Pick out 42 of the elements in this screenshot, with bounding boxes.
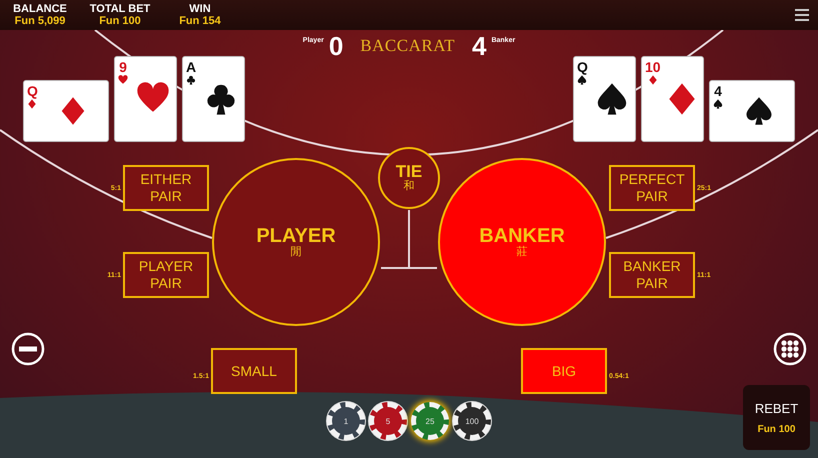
spade-icon bbox=[713, 99, 723, 109]
heart-icon bbox=[118, 75, 128, 85]
stat-value: Fun 100 bbox=[99, 15, 141, 27]
bet-subtitle: 閒 bbox=[290, 246, 302, 258]
stat-label: BALANCE bbox=[13, 3, 67, 15]
stat-value: Fun 154 bbox=[179, 15, 221, 27]
menu-icon[interactable] bbox=[795, 9, 809, 21]
rebet-button[interactable]: REBET Fun 100 bbox=[743, 385, 810, 450]
diamond-icon bbox=[648, 75, 658, 85]
bet-spot[interactable]: EITHER PAIR bbox=[123, 165, 209, 211]
bet-spot[interactable]: PLAYER PAIR bbox=[123, 252, 209, 298]
bet-circle[interactable]: TIE 和 bbox=[378, 147, 440, 209]
card-rank: 9 bbox=[119, 60, 127, 74]
bet-subtitle: 和 bbox=[404, 180, 414, 193]
stat-value: Fun 5,099 bbox=[14, 15, 66, 27]
bet-label: BANKER bbox=[479, 226, 565, 246]
player-score: 0 bbox=[328, 32, 344, 60]
bet-spot[interactable]: PERFECT PAIR bbox=[609, 165, 695, 211]
card-rank: 10 bbox=[645, 60, 661, 74]
spade-icon bbox=[577, 75, 588, 85]
rebet-amount: Fun 100 bbox=[758, 424, 796, 434]
bet-spot[interactable]: BANKER PAIR bbox=[609, 252, 695, 298]
rebet-label: REBET bbox=[754, 400, 798, 416]
card-rank: Q bbox=[27, 84, 38, 98]
card-rank: 4 bbox=[714, 84, 722, 98]
stat-label: WIN bbox=[189, 3, 211, 15]
diamond-icon bbox=[27, 99, 38, 109]
grid-icon[interactable] bbox=[773, 332, 807, 366]
bet-label: TIE bbox=[396, 163, 422, 180]
bet-spot[interactable]: SMALL bbox=[211, 348, 297, 394]
bet-circle[interactable]: PLAYER 閒 bbox=[212, 158, 380, 326]
game-title: BACCARAT bbox=[360, 36, 455, 56]
bet-label: PLAYER bbox=[256, 226, 336, 246]
connector-line bbox=[380, 209, 438, 269]
bet-subtitle: 莊 bbox=[516, 246, 528, 258]
stat-label: TOTAL BET bbox=[90, 3, 150, 15]
card-rank: Q bbox=[577, 60, 588, 74]
spade-icon bbox=[744, 96, 774, 126]
card-rank: A bbox=[186, 60, 196, 74]
banker-score: 4 bbox=[472, 32, 486, 60]
minus-icon[interactable] bbox=[11, 332, 45, 366]
club-icon bbox=[186, 75, 196, 85]
